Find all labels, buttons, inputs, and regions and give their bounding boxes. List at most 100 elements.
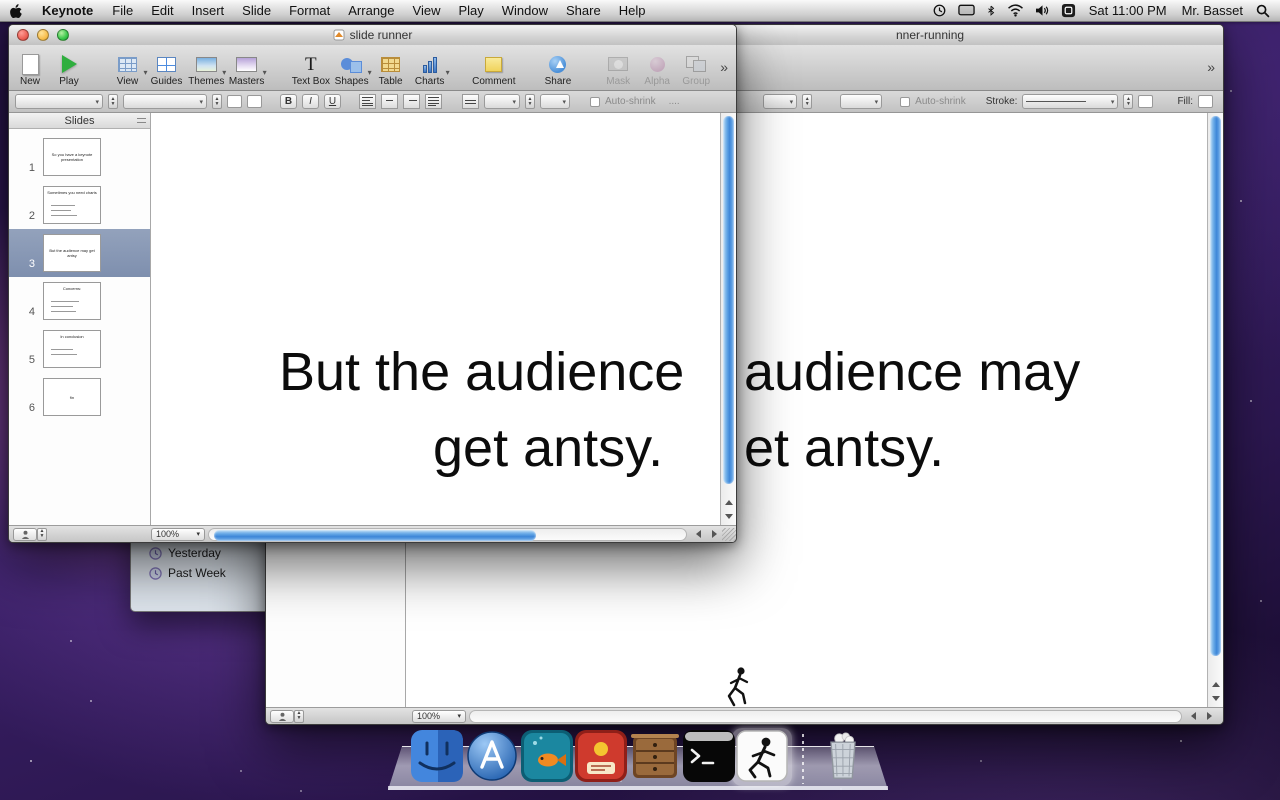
slide-row-1[interactable]: 1 So you have a keynote presentation bbox=[9, 133, 150, 181]
menu-window[interactable]: Window bbox=[493, 0, 557, 22]
columns-select[interactable]: ▾ bbox=[540, 94, 570, 109]
slide-row-5[interactable]: 5 In conclusion bbox=[9, 325, 150, 373]
slide-text-line1[interactable]: audience may bbox=[744, 343, 1080, 401]
view-mode-stepper[interactable]: ▲▼ bbox=[294, 710, 304, 723]
underline-button[interactable]: U bbox=[324, 94, 341, 109]
time-machine-menu[interactable] bbox=[932, 3, 947, 18]
scroll-thumb[interactable] bbox=[214, 530, 536, 541]
play-button[interactable]: Play bbox=[54, 52, 84, 87]
align-right-button[interactable] bbox=[403, 94, 420, 109]
italic-button[interactable]: I bbox=[302, 94, 319, 109]
spotlight-menu[interactable] bbox=[1256, 4, 1270, 18]
zoom-select[interactable]: 100%▾ bbox=[412, 710, 466, 723]
view-mode-button[interactable] bbox=[13, 528, 37, 541]
scroll-thumb[interactable] bbox=[1210, 116, 1221, 656]
slide-row-4[interactable]: 4 Concerns: bbox=[9, 277, 150, 325]
input-source-menu[interactable] bbox=[1061, 3, 1076, 18]
scroll-right-arrow[interactable] bbox=[1201, 709, 1217, 723]
font-size-select[interactable]: ▾ bbox=[763, 94, 797, 109]
menu-help[interactable]: Help bbox=[610, 0, 655, 22]
keynote-window-main[interactable]: slide runner New Play View Guides bbox=[8, 24, 737, 543]
guides-button[interactable]: Guides bbox=[151, 52, 181, 87]
background-color-well[interactable] bbox=[247, 95, 262, 108]
menu-edit[interactable]: Edit bbox=[142, 0, 182, 22]
zoom-select[interactable]: 100%▾ bbox=[151, 528, 205, 541]
menu-format[interactable]: Format bbox=[280, 0, 339, 22]
align-left-button[interactable] bbox=[359, 94, 376, 109]
vertical-align-button[interactable] bbox=[462, 94, 479, 109]
scroll-up-arrow[interactable] bbox=[1208, 677, 1224, 691]
zoom-button[interactable] bbox=[57, 29, 69, 41]
menu-bar-clock[interactable]: Sat 11:00 PM bbox=[1087, 0, 1169, 22]
group-button[interactable]: Group bbox=[681, 52, 711, 87]
scroll-left-arrow[interactable] bbox=[1185, 709, 1201, 723]
align-justify-button[interactable] bbox=[425, 94, 442, 109]
close-button[interactable] bbox=[17, 29, 29, 41]
stroke-width-stepper[interactable]: ▲▼ bbox=[1123, 94, 1133, 109]
dock-dresser-icon[interactable] bbox=[629, 730, 681, 782]
alpha-button[interactable]: Alpha bbox=[642, 52, 672, 87]
scroll-down-arrow[interactable] bbox=[721, 509, 737, 523]
wifi-menu[interactable] bbox=[1007, 4, 1024, 17]
dock-slide-runner-icon[interactable] bbox=[736, 730, 788, 782]
typeface-select[interactable]: ▾ bbox=[123, 94, 207, 109]
text-color-well[interactable] bbox=[227, 95, 242, 108]
slide-canvas[interactable]: But the audience get antsy. bbox=[151, 113, 720, 525]
minimize-button[interactable] bbox=[37, 29, 49, 41]
menu-play[interactable]: Play bbox=[449, 0, 492, 22]
mask-button[interactable]: Mask bbox=[603, 52, 633, 87]
resize-grip[interactable] bbox=[722, 528, 736, 541]
align-center-button[interactable] bbox=[381, 94, 398, 109]
toolbar-overflow-chevron[interactable]: » bbox=[720, 59, 730, 75]
dock-app-store-icon[interactable] bbox=[466, 730, 518, 782]
menu-arrange[interactable]: Arrange bbox=[339, 0, 403, 22]
themes-button[interactable]: Themes bbox=[190, 52, 222, 87]
view-mode-stepper[interactable]: ▲▼ bbox=[37, 528, 47, 541]
apple-menu[interactable] bbox=[0, 0, 32, 22]
charts-button[interactable]: Charts bbox=[415, 52, 445, 87]
slide-row-2[interactable]: 2 Sometimes you need charts bbox=[9, 181, 150, 229]
spacing-select[interactable]: ▾ bbox=[840, 94, 882, 109]
spacing-stepper[interactable]: ▲▼ bbox=[525, 94, 535, 109]
menu-view[interactable]: View bbox=[404, 0, 450, 22]
slide-text-line1[interactable]: But the audience bbox=[279, 343, 684, 401]
scroll-left-arrow[interactable] bbox=[690, 527, 706, 541]
slide-thumbnail[interactable]: So you have a keynote presentation bbox=[43, 138, 101, 176]
dock-arcade-game-icon[interactable] bbox=[575, 730, 627, 782]
size-stepper[interactable]: ▲▼ bbox=[802, 94, 812, 109]
toolbar-overflow-chevron[interactable]: » bbox=[1207, 59, 1217, 75]
slide-thumbnail[interactable]: In conclusion bbox=[43, 330, 101, 368]
autoshrink-checkbox[interactable] bbox=[590, 97, 600, 107]
displays-menu[interactable] bbox=[958, 4, 975, 17]
slide-text-line2[interactable]: get antsy. bbox=[433, 419, 663, 477]
dock-finder-icon[interactable] bbox=[411, 730, 463, 782]
dock-aquarium-icon[interactable] bbox=[521, 730, 573, 782]
masters-button[interactable]: Masters bbox=[231, 52, 262, 87]
slide-thumbnail[interactable]: Sometimes you need charts bbox=[43, 186, 101, 224]
slide-row-6[interactable]: 6 fin bbox=[9, 373, 150, 421]
text-box-button[interactable]: T Text Box bbox=[294, 52, 328, 87]
slide-thumbnail[interactable]: But the audience may get antsy bbox=[43, 234, 101, 272]
menu-slide[interactable]: Slide bbox=[233, 0, 280, 22]
dock-terminal-icon[interactable] bbox=[683, 730, 735, 782]
scroll-up-arrow[interactable] bbox=[721, 495, 737, 509]
slide-row-3-selected[interactable]: 3 But the audience may get antsy bbox=[9, 229, 150, 277]
scroll-right-arrow[interactable] bbox=[706, 527, 722, 541]
slide-text-line2[interactable]: et antsy. bbox=[744, 419, 944, 477]
panel-splitter-handle[interactable] bbox=[137, 118, 146, 123]
app-menu-keynote[interactable]: Keynote bbox=[32, 0, 103, 22]
share-button[interactable]: Share bbox=[543, 52, 573, 87]
fast-user-switching-menu[interactable]: Mr. Basset bbox=[1180, 0, 1245, 22]
slide-thumbnail[interactable]: fin bbox=[43, 378, 101, 416]
dock-trash-icon[interactable] bbox=[819, 730, 867, 782]
line-spacing-select[interactable]: ▾ bbox=[484, 94, 520, 109]
bluetooth-menu[interactable] bbox=[986, 3, 996, 18]
menu-file[interactable]: File bbox=[103, 0, 142, 22]
font-stepper[interactable]: ▲▼ bbox=[108, 94, 118, 109]
table-button[interactable]: Table bbox=[376, 52, 406, 87]
menu-insert[interactable]: Insert bbox=[183, 0, 234, 22]
scroll-thumb[interactable] bbox=[723, 116, 734, 484]
front-window-titlebar[interactable]: slide runner bbox=[9, 25, 736, 45]
comment-button[interactable]: Comment bbox=[475, 52, 513, 87]
new-slide-button[interactable]: New bbox=[15, 52, 45, 87]
